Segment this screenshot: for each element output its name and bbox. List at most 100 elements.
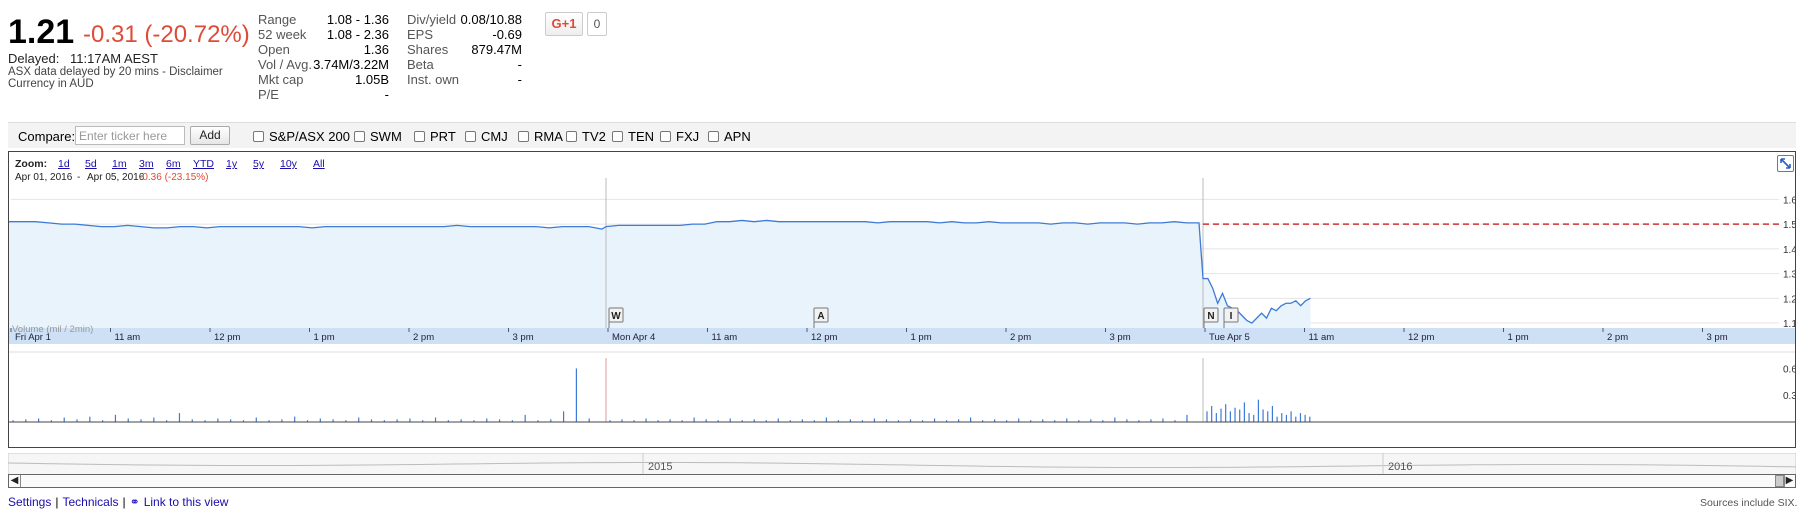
stat-value: -0.69 xyxy=(492,27,522,42)
scroll-right-arrow-icon[interactable]: ▶ xyxy=(1783,475,1795,487)
compare-ticker-label: TEN xyxy=(628,129,654,144)
compare-ticker-label: APN xyxy=(724,129,751,144)
footer-separator: | xyxy=(122,495,126,509)
x-tick-label: 12 pm xyxy=(1408,332,1434,343)
compare-ticker-option[interactable]: CMJ xyxy=(465,129,508,144)
compare-ticker-option[interactable]: S&P/ASX 200 xyxy=(253,129,350,144)
stat-label: P/E xyxy=(258,87,279,102)
overview-background xyxy=(8,453,1796,475)
currency-note: Currency in AUD xyxy=(8,78,94,90)
x-tick-label: 2 pm xyxy=(413,332,434,343)
quote-change: -0.31 (-20.72%) xyxy=(83,21,250,48)
compare-ticker-option[interactable]: FXJ xyxy=(660,129,699,144)
overview-timeline[interactable]: 2015 2016 xyxy=(8,453,1796,475)
volume-y-tick-label: 0.3 xyxy=(1783,391,1795,402)
compare-ticker-label: FXJ xyxy=(676,129,700,144)
y-tick-label: 1.4 xyxy=(1783,245,1795,256)
checkbox-icon[interactable] xyxy=(566,131,577,142)
compare-bar: Compare: Add S&P/ASX 200 SWM PRT CMJ RMA TV2 T… xyxy=(8,122,1796,148)
compare-ticker-label: PRT xyxy=(430,129,456,144)
x-tick-label: 11 am xyxy=(1309,332,1335,343)
volume-label: Volume (mil / 2min) xyxy=(12,324,94,335)
checkbox-icon[interactable] xyxy=(612,131,623,142)
x-tick-label: 12 pm xyxy=(811,332,837,343)
quote-time: 11:17AM AEST xyxy=(70,51,158,66)
x-tick-label: 3 pm xyxy=(1110,332,1131,343)
settings-link[interactable]: Settings xyxy=(8,495,51,509)
compare-ticker-option[interactable]: PRT xyxy=(414,129,456,144)
overview-year-label: 2016 xyxy=(1388,461,1412,473)
y-tick-label: 1.5 xyxy=(1783,220,1795,231)
add-ticker-button[interactable]: Add xyxy=(190,126,230,145)
checkbox-icon[interactable] xyxy=(253,131,264,142)
stat-label: Open xyxy=(258,42,290,57)
stat-value: - xyxy=(517,57,522,72)
delayed-label: Delayed: xyxy=(8,51,60,66)
compare-ticker-option[interactable]: APN xyxy=(708,129,751,144)
price-chart[interactable]: 1.61.51.41.31.21.1W A N IFri Apr 1 11 am 12 p… xyxy=(9,152,1795,447)
stat-label: Mkt cap xyxy=(258,72,304,87)
chart-scrollbar[interactable]: ◀ ▶ xyxy=(8,474,1796,488)
link-to-view[interactable]: Link to this view xyxy=(144,495,229,509)
stat-value: 0.08/10.88 xyxy=(460,12,522,27)
x-tick-label: 11 am xyxy=(115,332,141,343)
footer-separator: | xyxy=(55,495,59,509)
volume-y-tick-label: 0.6 xyxy=(1783,364,1795,375)
y-tick-label: 1.2 xyxy=(1783,294,1795,305)
news-flag-label: W xyxy=(611,311,621,322)
compare-ticker-option[interactable]: TV2 xyxy=(566,129,606,144)
data-disclaimer[interactable]: ASX data delayed by 20 mins - Disclaimer xyxy=(8,66,223,78)
x-tick-label: 3 pm xyxy=(513,332,534,343)
stat-value: 3.74M/3.22M xyxy=(313,57,389,72)
x-tick-label: 2 pm xyxy=(1010,332,1031,343)
compare-ticker-label: SWM xyxy=(370,129,402,144)
checkbox-icon[interactable] xyxy=(660,131,671,142)
compare-ticker-label: S&P/ASX 200 xyxy=(269,129,350,144)
compare-ticker-label: CMJ xyxy=(481,129,508,144)
price-chart-panel: Zoom: 1d 5d 1m 3m 6m YTD 1y 5y 10y All Apr 01, 20… xyxy=(8,151,1796,448)
news-flag-label: N xyxy=(1207,311,1214,322)
link-chain-icon: ⚭ xyxy=(129,495,140,509)
x-tick-label: 2 pm xyxy=(1607,332,1628,343)
checkbox-icon[interactable] xyxy=(414,131,425,142)
checkbox-icon[interactable] xyxy=(465,131,476,142)
x-tick-label: Tue Apr 5 xyxy=(1209,332,1250,343)
scroll-left-arrow-icon[interactable]: ◀ xyxy=(9,475,21,487)
x-tick-label: 12 pm xyxy=(214,332,240,343)
overview-year-label: 2015 xyxy=(648,461,672,473)
compare-ticker-label: RMA xyxy=(534,129,563,144)
google-plus-button[interactable]: G+1 xyxy=(545,12,583,36)
technicals-link[interactable]: Technicals xyxy=(62,495,118,509)
x-tick-label: 3 pm xyxy=(1707,332,1728,343)
footer-links: Settings | Technicals | ⚭ Link to this v… xyxy=(8,495,228,509)
news-flag-label: I xyxy=(1230,311,1233,322)
price-area xyxy=(9,220,1311,328)
quote-price: 1.21 xyxy=(8,13,75,51)
checkbox-icon[interactable] xyxy=(518,131,529,142)
compare-ticker-option[interactable]: SWM xyxy=(354,129,402,144)
stat-label: Beta xyxy=(407,57,434,72)
y-tick-label: 1.6 xyxy=(1783,195,1795,206)
y-tick-label: 1.3 xyxy=(1783,270,1795,281)
data-sources-note: Sources include SIX. xyxy=(1700,497,1798,509)
stat-value: - xyxy=(517,72,522,87)
checkbox-icon[interactable] xyxy=(354,131,365,142)
stat-label: Shares xyxy=(407,42,449,57)
x-tick-label: 1 pm xyxy=(314,332,335,343)
compare-ticker-option[interactable]: TEN xyxy=(612,129,654,144)
x-tick-label: Mon Apr 4 xyxy=(612,332,655,343)
stat-value: 1.08 - 2.36 xyxy=(326,27,389,42)
stat-value: - xyxy=(384,87,389,102)
stat-value: 1.08 - 1.36 xyxy=(326,12,389,27)
compare-ticker-input[interactable] xyxy=(75,126,185,145)
stat-label: EPS xyxy=(407,27,434,42)
x-tick-label: 11 am xyxy=(712,332,738,343)
stat-value: 1.05B xyxy=(355,72,389,87)
compare-ticker-label: TV2 xyxy=(582,129,606,144)
compare-ticker-option[interactable]: RMA xyxy=(518,129,563,144)
x-tick-label: 1 pm xyxy=(1508,332,1529,343)
x-tick-label: 1 pm xyxy=(911,332,932,343)
checkbox-icon[interactable] xyxy=(708,131,719,142)
news-flag-label: A xyxy=(817,311,824,322)
plus-count: 0 xyxy=(587,12,607,36)
